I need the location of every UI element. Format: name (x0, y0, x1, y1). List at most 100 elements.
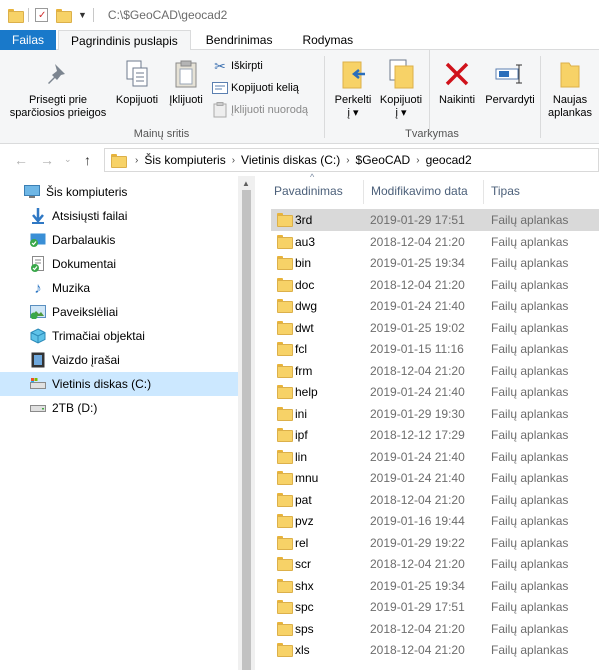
nav-item-pictures[interactable]: Paveikslėliai (0, 300, 238, 324)
column-separator[interactable] (363, 180, 364, 204)
file-type: Failų aplankas (491, 256, 569, 270)
nav-item-drive-d[interactable]: 2TB (D:) (0, 396, 238, 420)
file-type: Failų aplankas (491, 234, 569, 249)
forward-arrow-icon[interactable]: → (40, 152, 54, 168)
copy-to-dropdown-label: į ▾ (395, 107, 407, 119)
scroll-up-arrow-icon[interactable]: ▲ (242, 179, 250, 188)
file-type: Failų aplankas (491, 600, 569, 614)
breadcrumb-local-disk[interactable]: Vietinis diskas (C:) (241, 153, 340, 167)
new-folder-quick-icon[interactable] (56, 9, 72, 23)
file-row[interactable]: ipf 2018-12-12 17:29 Failų aplankas (271, 424, 599, 446)
column-header-name[interactable]: Pavadinimas (274, 176, 343, 206)
nav-item-music[interactable]: ♪ Muzika (0, 276, 238, 300)
file-row[interactable]: mnu 2019-01-24 21:40 Failų aplankas (271, 467, 599, 489)
chevron-right-icon[interactable]: › (416, 155, 419, 166)
file-name: bin (295, 256, 312, 270)
nav-item-this-pc[interactable]: Šis kompiuteris (0, 180, 238, 204)
copy-to-button[interactable]: Kopijuoti į ▾ (376, 56, 426, 120)
tab-home[interactable]: Pagrindinis puslapis (58, 30, 191, 51)
column-header-type[interactable]: Tipas (491, 176, 520, 206)
file-row[interactable]: frm 2018-12-04 21:20 Failų aplankas (271, 360, 599, 382)
folder-icon (277, 600, 293, 614)
file-row[interactable]: shx 2019-01-25 19:34 Failų aplankas (271, 575, 599, 597)
rename-button[interactable]: Pervardyti (481, 56, 539, 107)
file-modified-date: 2018-12-04 21:20 (370, 643, 465, 657)
scrollbar-thumb[interactable] (242, 190, 251, 670)
chevron-right-icon[interactable]: › (346, 155, 349, 166)
file-type: Failų aplankas (491, 406, 569, 421)
breadcrumb-geocad2[interactable]: geocad2 (426, 153, 472, 167)
copy-path-button[interactable]: Kopijuoti kelią (212, 80, 299, 96)
breadcrumb-this-pc[interactable]: Šis kompiuteris (144, 153, 225, 167)
folder-icon (277, 256, 293, 270)
file-row[interactable]: scr 2018-12-04 21:20 Failų aplankas (271, 553, 599, 575)
copy-to-label: Kopijuoti (379, 94, 423, 106)
file-modified-date: 2018-12-04 21:20 (370, 277, 465, 292)
nav-item-local-disk-c[interactable]: Vietinis diskas (C:) (0, 372, 238, 396)
file-row[interactable]: spc 2019-01-29 17:51 Failų aplankas (271, 596, 599, 618)
file-name: sps (295, 621, 314, 636)
file-row[interactable]: au3 2018-12-04 21:20 Failų aplankas (271, 231, 599, 253)
chevron-right-icon[interactable]: › (232, 155, 235, 166)
folder-icon (277, 213, 293, 227)
copy-icon (112, 56, 162, 92)
file-row[interactable]: fcl 2019-01-15 11:16 Failų aplankas (271, 338, 599, 360)
back-arrow-icon[interactable]: ← (14, 152, 28, 168)
folder-icon (277, 428, 293, 442)
file-name: doc (295, 277, 315, 292)
file-row[interactable]: dwt 2019-01-25 19:02 Failų aplankas (271, 317, 599, 339)
address-bar[interactable]: › Šis kompiuteris › Vietinis diskas (C:)… (104, 148, 599, 172)
cut-button[interactable]: ✂ Iškirpti (212, 58, 263, 74)
delete-button[interactable]: Naikinti (432, 56, 482, 107)
file-row[interactable]: 3rd 2019-01-29 17:51 Failų aplankas (271, 209, 599, 231)
file-row[interactable]: bin 2019-01-25 19:34 Failų aplankas (271, 252, 599, 274)
recent-locations-chevron-icon[interactable]: ⌄ (64, 154, 72, 165)
paste-button[interactable]: Įklijuoti (162, 56, 210, 107)
file-row[interactable]: sps 2018-12-04 21:20 Failų aplankas (271, 618, 599, 640)
file-name: ipf (295, 428, 308, 442)
new-folder-button[interactable]: Naujas aplankas (543, 56, 597, 120)
file-type: Failų aplankas (491, 514, 569, 528)
nav-item-documents[interactable]: Dokumentai (0, 252, 238, 276)
customize-toolbar-icon[interactable]: ▼ (78, 10, 87, 20)
file-row[interactable]: help 2019-01-24 21:40 Failų aplankas (271, 381, 599, 403)
file-row[interactable]: pvz 2019-01-16 19:44 Failų aplankas (271, 510, 599, 532)
nav-item-downloads[interactable]: Atsisiųsti failai (0, 204, 238, 228)
file-row[interactable]: lin 2019-01-24 21:40 Failų aplankas (271, 446, 599, 468)
tab-view[interactable]: Rodymas (287, 30, 368, 50)
file-name: ini (295, 406, 308, 421)
tab-share[interactable]: Bendrinimas (191, 30, 288, 50)
chevron-right-icon[interactable]: › (135, 155, 138, 166)
file-type: Failų aplankas (491, 342, 569, 356)
nav-item-3d-objects[interactable]: Trimačiai objektai (0, 324, 238, 348)
rename-icon (481, 56, 539, 92)
column-separator[interactable] (483, 180, 484, 204)
file-row[interactable]: ini 2019-01-29 19:30 Failų aplankas (271, 403, 599, 425)
file-row[interactable]: doc 2018-12-04 21:20 Failų aplankas (271, 274, 599, 296)
organize-group-label: Tvarkymas (405, 128, 459, 140)
file-name: pat (295, 492, 312, 507)
file-name: fcl (295, 342, 307, 356)
breadcrumb-geocad[interactable]: $GeoCAD (356, 153, 411, 167)
copy-button[interactable]: Kopijuoti (112, 56, 162, 107)
file-modified-date: 2018-12-04 21:20 (370, 234, 465, 249)
properties-icon[interactable]: ✓ (35, 8, 48, 22)
file-type: Failų aplankas (491, 449, 569, 464)
file-row[interactable]: xls 2018-12-04 21:20 Failų aplankas (271, 639, 599, 661)
pictures-icon (30, 304, 46, 320)
file-row[interactable]: pat 2018-12-04 21:20 Failų aplankas (271, 489, 599, 511)
nav-item-desktop[interactable]: Darbalaukis (0, 228, 238, 252)
nav-item-videos[interactable]: Vaizdo įrašai (0, 348, 238, 372)
folder-icon (8, 9, 24, 23)
tab-file[interactable]: Failas (0, 30, 57, 50)
column-header-modified[interactable]: Modifikavimo data (371, 176, 468, 206)
up-arrow-icon[interactable]: ↑ (84, 152, 91, 168)
pin-quick-access-button[interactable]: Prisegti prie sparčiosios prieigos (4, 56, 112, 120)
navigation-pane-scrollbar[interactable]: ▲ (238, 176, 255, 670)
move-to-button[interactable]: Perkelti į ▾ (330, 56, 376, 120)
file-row[interactable]: dwg 2019-01-24 21:40 Failų aplankas (271, 295, 599, 317)
file-modified-date: 2019-01-15 11:16 (370, 342, 464, 356)
file-row[interactable]: rel 2019-01-29 19:22 Failų aplankas (271, 532, 599, 554)
folder-icon (277, 535, 293, 550)
paste-shortcut-button[interactable]: Įklijuoti nuorodą (212, 102, 308, 118)
